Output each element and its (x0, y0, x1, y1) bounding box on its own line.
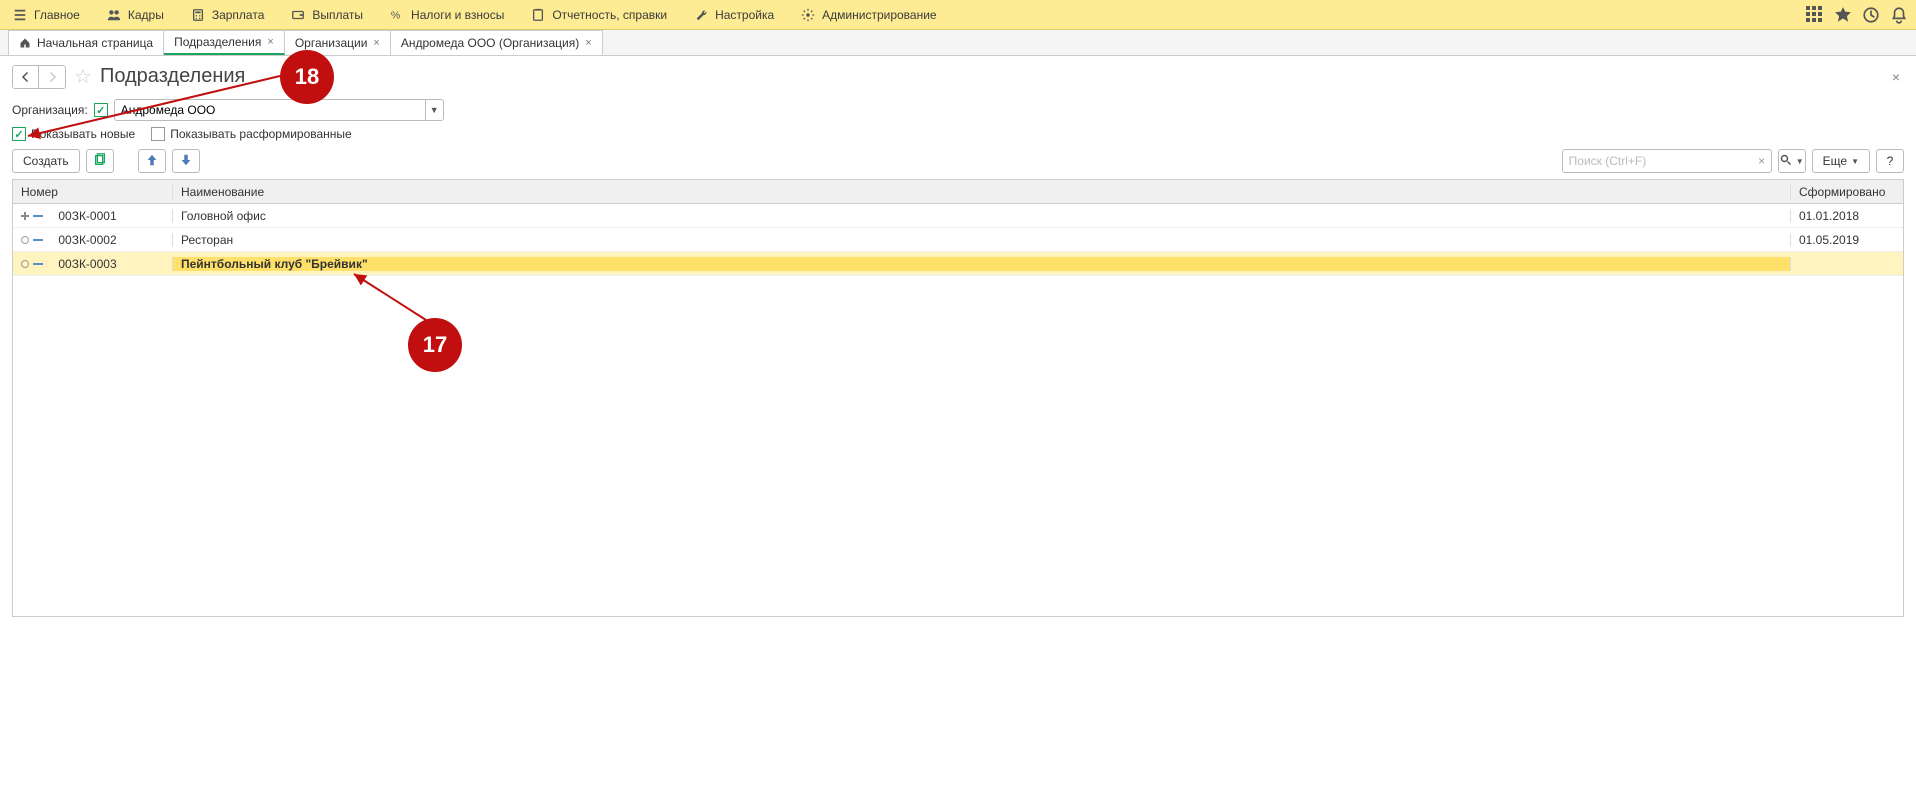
item-icon (33, 239, 43, 241)
home-icon (19, 37, 31, 49)
search-clear-icon[interactable]: × (1753, 154, 1771, 168)
history-icon[interactable] (1862, 6, 1880, 24)
copy-button[interactable] (86, 149, 114, 173)
cell-name: Головной офис (173, 209, 1791, 223)
tab-andromeda-ooo[interactable]: Андромеда ООО (Организация) × (391, 30, 603, 55)
table-row[interactable]: 00ЗК-0002 Ресторан 01.05.2019 (13, 228, 1903, 252)
expand-icon[interactable] (21, 212, 29, 220)
menu-label: Кадры (128, 8, 164, 22)
tab-label: Организации (295, 36, 368, 50)
wrench-icon (693, 7, 709, 23)
col-header-name[interactable]: Наименование (173, 185, 1791, 199)
menu-otchetnost[interactable]: Отчетность, справки (526, 7, 671, 23)
percent-icon: % (389, 7, 405, 23)
help-button[interactable]: ? (1876, 149, 1904, 173)
tab-label: Начальная страница (37, 36, 153, 50)
svg-text:%: % (391, 9, 400, 21)
page-title: Подразделения (100, 65, 245, 88)
tab-bar: Начальная страница Подразделения × Орган… (0, 30, 1916, 56)
clipboard-icon (530, 7, 546, 23)
table-header: Номер Наименование Сформировано (13, 180, 1903, 204)
nav-forward-button[interactable] (39, 66, 65, 88)
show-new-checkbox[interactable] (12, 127, 26, 141)
org-select-input[interactable] (115, 103, 425, 117)
calculator-icon (190, 7, 206, 23)
menu-vyplaty[interactable]: Выплаты (286, 7, 367, 23)
col-header-date[interactable]: Сформировано (1791, 185, 1903, 199)
cell-number: 00ЗК-0003 (58, 257, 116, 271)
close-icon[interactable]: × (373, 37, 379, 49)
search-input[interactable] (1563, 154, 1753, 168)
item-icon (33, 263, 43, 265)
dropdown-icon[interactable]: ▼ (425, 100, 443, 120)
menu-main[interactable]: Главное (8, 7, 84, 23)
wallet-icon (290, 7, 306, 23)
org-select[interactable]: ▼ (114, 99, 444, 121)
chevron-down-icon: ▼ (1851, 157, 1859, 166)
bell-icon[interactable] (1890, 6, 1908, 24)
table-row[interactable]: 00ЗК-0003 Пейнтбольный клуб "Брейвик" (13, 252, 1903, 276)
cell-number: 00ЗК-0002 (58, 233, 116, 247)
more-button[interactable]: Еще ▼ (1812, 149, 1870, 173)
search-settings-button[interactable]: ▼ (1778, 149, 1806, 173)
menu-label: Настройка (715, 8, 774, 22)
cell-number: 00ЗК-0001 (58, 209, 116, 223)
tab-podrazdeleniya[interactable]: Подразделения × (164, 30, 285, 55)
close-icon[interactable]: × (585, 37, 591, 49)
menu-nastroika[interactable]: Настройка (689, 7, 778, 23)
cell-name: Ресторан (173, 233, 1791, 247)
apps-icon[interactable] (1806, 6, 1824, 24)
people-icon (106, 7, 122, 23)
nav-back-button[interactable] (13, 66, 39, 88)
create-button[interactable]: Создать (12, 149, 80, 173)
show-disbanded-label: Показывать расформированные (170, 127, 352, 141)
table-row[interactable]: 00ЗК-0001 Головной офис 01.01.2018 (13, 204, 1903, 228)
show-disbanded-checkbox[interactable] (151, 127, 165, 141)
menu-label: Главное (34, 8, 80, 22)
annotation-marker-18: 18 (280, 50, 334, 104)
copy-icon (93, 153, 107, 170)
search-box[interactable]: × (1562, 149, 1772, 173)
menu-nalogi[interactable]: % Налоги и взносы (385, 7, 508, 23)
favorite-star-icon[interactable]: ☆ (74, 64, 92, 89)
arrow-up-icon (145, 153, 159, 170)
col-header-number[interactable]: Номер (13, 185, 173, 199)
arrow-down-icon (179, 153, 193, 170)
org-label: Организация: (12, 103, 88, 117)
chevron-down-icon: ▼ (1796, 157, 1804, 166)
menu-label: Зарплата (212, 8, 265, 22)
cell-date: 01.01.2018 (1791, 209, 1903, 223)
show-new-label: Показывать новые (31, 127, 135, 141)
cell-date: 01.05.2019 (1791, 233, 1903, 247)
menu-label: Налоги и взносы (411, 8, 504, 22)
departments-table: Номер Наименование Сформировано 00ЗК-000… (12, 179, 1904, 617)
content-area: ☆ Подразделения × Организация: ▼ Показыв… (0, 56, 1916, 625)
gear-icon (800, 7, 816, 23)
org-filter-checkbox[interactable] (94, 103, 108, 117)
menu-label: Администрирование (822, 8, 936, 22)
tab-label: Андромеда ООО (Организация) (401, 36, 579, 50)
menu-admin[interactable]: Администрирование (796, 7, 940, 23)
star-icon[interactable] (1834, 6, 1852, 24)
menu-label: Выплаты (312, 8, 363, 22)
close-icon[interactable]: × (267, 36, 273, 48)
tab-label: Подразделения (174, 35, 261, 49)
menu-kadry[interactable]: Кадры (102, 7, 168, 23)
annotation-marker-17: 17 (408, 318, 462, 372)
item-icon (33, 215, 43, 217)
top-menu-bar: Главное Кадры Зарплата Выплаты % Налоги … (0, 0, 1916, 30)
menu-zarplata[interactable]: Зарплата (186, 7, 269, 23)
move-up-button[interactable] (138, 149, 166, 173)
tab-home[interactable]: Начальная страница (8, 30, 164, 55)
close-page-icon[interactable]: × (1892, 69, 1904, 85)
cell-name: Пейнтбольный клуб "Брейвик" (173, 257, 1791, 271)
table-empty-area (13, 276, 1903, 616)
hamburger-icon (12, 7, 28, 23)
leaf-icon (21, 236, 29, 244)
menu-label: Отчетность, справки (552, 8, 667, 22)
search-icon (1780, 154, 1792, 169)
move-down-button[interactable] (172, 149, 200, 173)
leaf-icon (21, 260, 29, 268)
